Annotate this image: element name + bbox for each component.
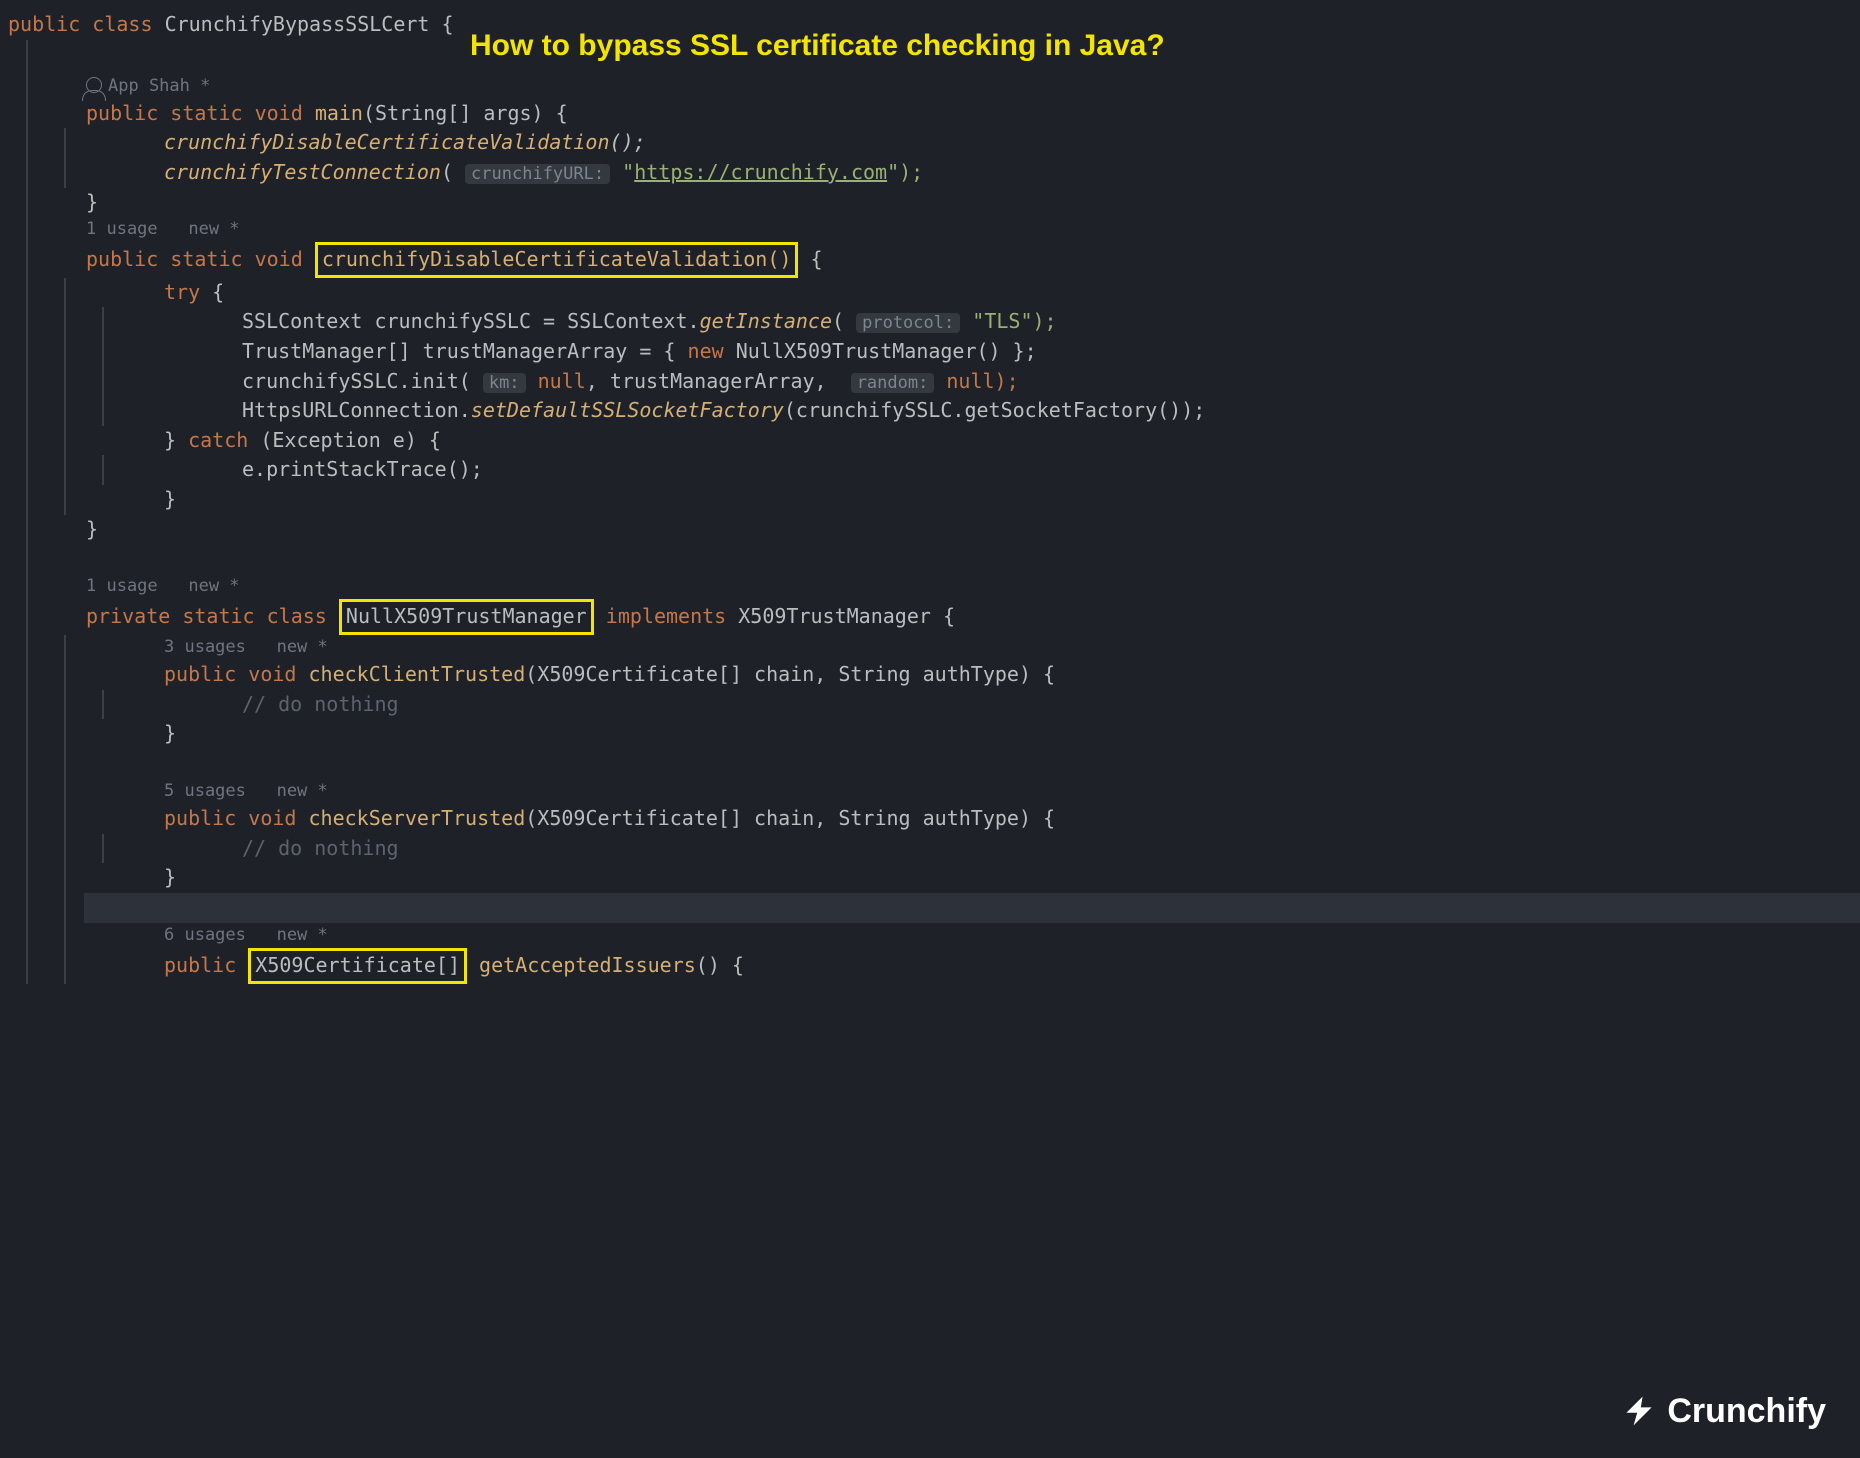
cursor-line: [84, 893, 1860, 923]
usage-hint[interactable]: 1 usage new *: [46, 217, 1860, 242]
code-line: try {: [84, 278, 1860, 308]
crunchify-icon: [1621, 1393, 1657, 1429]
code-line: HttpsURLConnection.setDefaultSSLSocketFa…: [122, 396, 1860, 426]
code-line: crunchifyDisableCertificateValidation();: [84, 128, 1860, 158]
code-line: }: [46, 515, 1860, 545]
code-line: }: [46, 188, 1860, 218]
code-line: TrustManager[] trustManagerArray = { new…: [122, 337, 1860, 367]
code-line: public void checkServerTrusted(X509Certi…: [84, 804, 1860, 834]
code-line: e.printStackTrace();: [122, 455, 1860, 485]
highlight-box: crunchifyDisableCertificateValidation(): [315, 242, 799, 278]
user-icon: [86, 77, 102, 93]
overlay-title: How to bypass SSL certificate checking i…: [470, 24, 1165, 68]
code-line: SSLContext crunchifySSLC = SSLContext.ge…: [122, 307, 1860, 337]
code-line: public void checkClientTrusted(X509Certi…: [84, 660, 1860, 690]
code-line: } catch (Exception e) {: [84, 426, 1860, 456]
code-line: public static void main(String[] args) {: [46, 99, 1860, 129]
usage-hint[interactable]: 3 usages new *: [84, 635, 1860, 660]
code-line: crunchifyTestConnection( crunchifyURL: "…: [84, 158, 1860, 188]
usage-hint[interactable]: 1 usage new *: [46, 574, 1860, 599]
param-hint: protocol:: [856, 313, 960, 333]
code-line: }: [84, 863, 1860, 893]
param-hint: crunchifyURL:: [465, 164, 610, 184]
code-line: }: [84, 719, 1860, 749]
usage-hint[interactable]: 5 usages new *: [84, 779, 1860, 804]
highlight-box: X509Certificate[]: [248, 948, 467, 984]
code-comment: // do nothing: [122, 690, 1860, 720]
author-line: App Shah *: [46, 74, 1860, 99]
code-line: public static void crunchifyDisableCerti…: [46, 242, 1860, 278]
code-comment: // do nothing: [122, 834, 1860, 864]
brand-logo: Crunchify: [1621, 1386, 1826, 1436]
code-line: crunchifySSLC.init( km: null, trustManag…: [122, 367, 1860, 397]
highlight-box: NullX509TrustManager: [339, 599, 594, 635]
param-hint: km:: [483, 373, 526, 393]
code-line: private static class NullX509TrustManage…: [46, 599, 1860, 635]
code-line: }: [84, 485, 1860, 515]
param-hint: random:: [851, 373, 935, 393]
url-link[interactable]: https://crunchify.com: [634, 160, 887, 184]
code-line: public X509Certificate[] getAcceptedIssu…: [84, 948, 1860, 984]
code-editor[interactable]: How to bypass SSL certificate checking i…: [0, 0, 1860, 1458]
usage-hint[interactable]: 6 usages new *: [84, 923, 1860, 948]
